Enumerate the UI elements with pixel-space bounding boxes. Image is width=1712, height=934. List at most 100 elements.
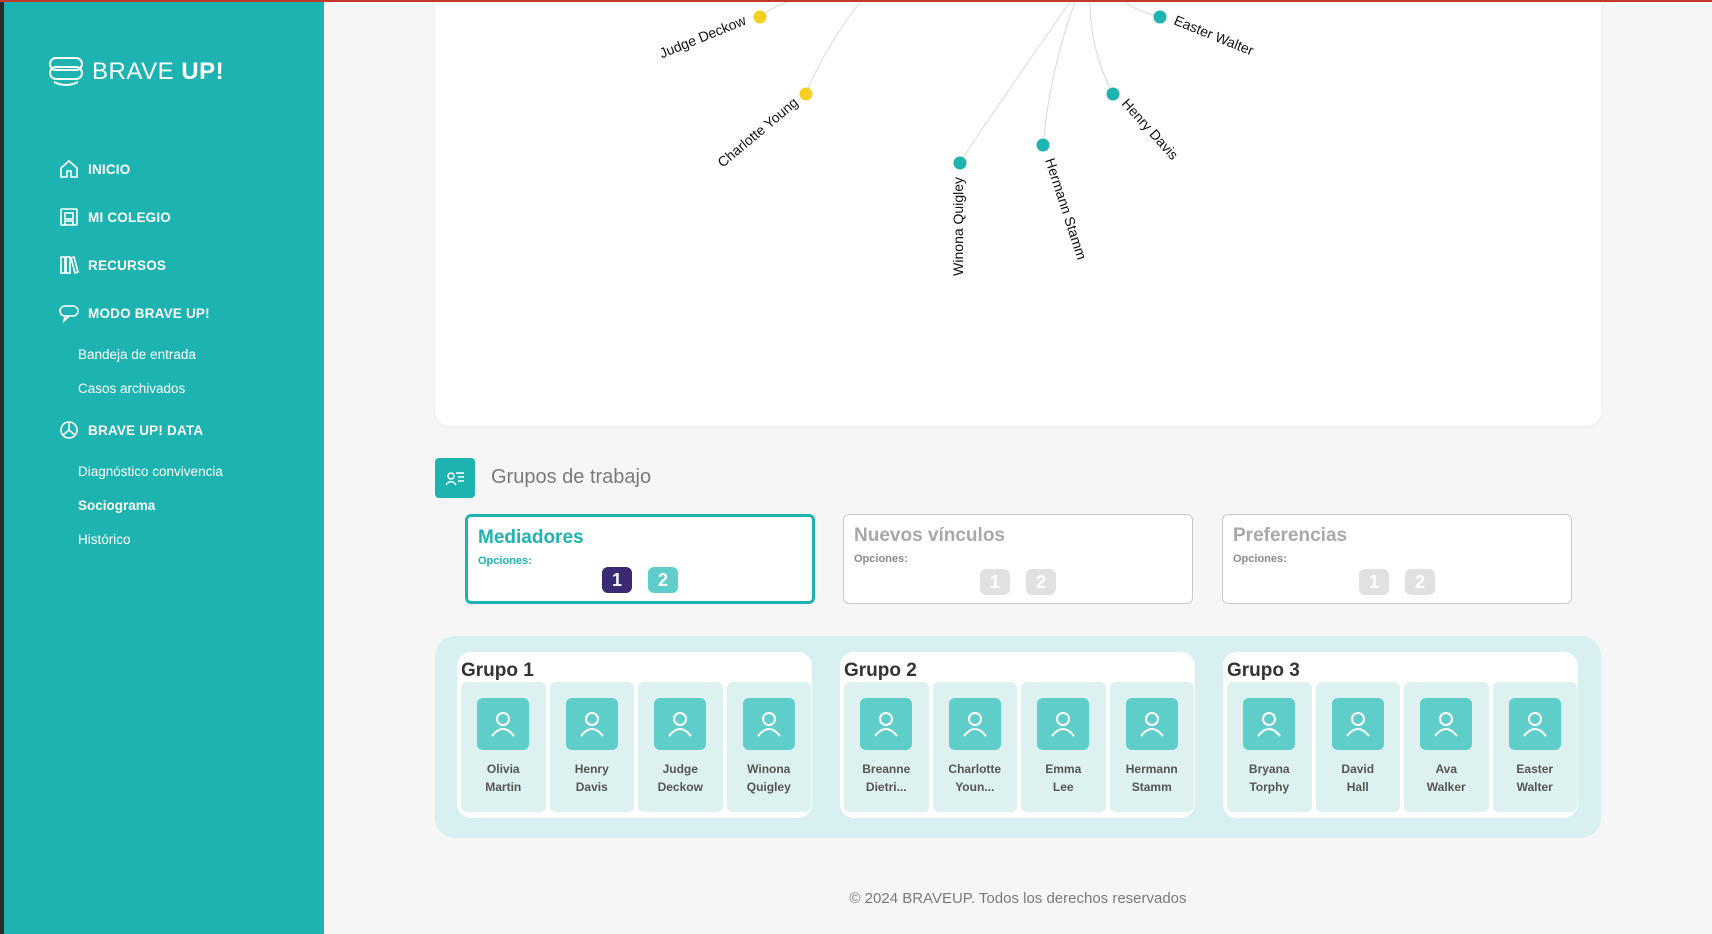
sidebar-subitem-sociograma[interactable]: Sociograma: [78, 498, 155, 513]
member-name: Winona Quigley: [746, 762, 791, 794]
option-1-button[interactable]: 1: [602, 567, 632, 593]
sociogram-graph: Judge Deckow Easter Walter Charlotte You…: [657, 1, 1256, 276]
sidebar-item-label: MI COLEGIO: [88, 209, 171, 225]
sidebar-subitem-diagnostico[interactable]: Diagnóstico convivencia: [78, 464, 223, 479]
node-judge-deckow[interactable]: [753, 10, 767, 24]
member-card[interactable]: Olivia Martin: [461, 682, 546, 812]
user-avatar-icon: [1125, 698, 1178, 750]
group-title: Grupo 1: [461, 660, 534, 681]
sidebar-item-modo-brave-up[interactable]: MODO BRAVE UP!: [58, 302, 210, 324]
group-title: Grupo 2: [844, 660, 917, 681]
brand-logo[interactable]: BRAVE UP!: [48, 56, 224, 88]
member-card[interactable]: Bryana Torphy: [1227, 682, 1312, 812]
member-name: Olivia Martin: [485, 762, 522, 794]
node-winona-quigley[interactable]: [953, 156, 967, 170]
option-card-mediadores[interactable]: Mediadores Opciones: 1 2: [465, 514, 815, 604]
brave-up-logo-icon: [49, 57, 83, 86]
sidebar-item-brave-up-data[interactable]: BRAVE UP! DATA: [58, 419, 203, 441]
option-2-button[interactable]: 2: [1026, 569, 1056, 595]
member-name: Bryana Torphy: [1248, 762, 1290, 794]
user-avatar-icon: [565, 698, 618, 750]
school-icon: [60, 208, 78, 226]
option-2-button[interactable]: 2: [1405, 569, 1435, 595]
node-hermann-stamm[interactable]: [1036, 138, 1050, 152]
main-content: Judge Deckow Easter Walter Charlotte You…: [324, 0, 1712, 934]
sidebar: BRAVE UP! INICIO MI COLEGIO RECURSOS MOD…: [4, 0, 324, 934]
option-title: Preferencias: [1233, 525, 1348, 546]
sociogram-card: Judge Deckow Easter Walter Charlotte You…: [435, 0, 1601, 426]
sidebar-item-label: BRAVE UP! DATA: [88, 422, 204, 438]
node-label: Henry Davis: [1119, 95, 1182, 162]
member-name: Easter Walter: [1516, 762, 1554, 794]
member-card[interactable]: Winona Quigley: [726, 682, 811, 812]
groups-section-icon: [435, 458, 475, 498]
option-subtitle: Opciones:: [478, 555, 532, 567]
group-card: Grupo 1 Olivia Martin Henry Davis Judge Dec…: [457, 652, 812, 818]
node-label: Winona Quigley: [950, 177, 966, 276]
sidebar-item-inicio[interactable]: INICIO: [58, 158, 130, 180]
sidebar-item-label: RECURSOS: [88, 257, 167, 273]
sidebar-subitem-historico[interactable]: Histórico: [78, 532, 131, 547]
user-avatar-icon: [1420, 698, 1473, 750]
member-card[interactable]: David Hall: [1315, 682, 1400, 812]
user-avatar-icon: [1331, 698, 1384, 750]
user-avatar-icon: [1037, 698, 1090, 750]
option-title: Mediadores: [478, 527, 584, 548]
window-left-edge: [0, 0, 4, 934]
groups-container: Grupo 1 Olivia Martin Henry Davis Judge Dec…: [435, 636, 1601, 838]
user-avatar-icon: [1508, 698, 1561, 750]
member-name: Ava Walker: [1426, 762, 1466, 794]
member-name: Judge Deckow: [657, 762, 703, 794]
link: [1089, 1, 1114, 95]
option-2-button[interactable]: 2: [648, 567, 678, 593]
user-avatar-icon: [1243, 698, 1296, 750]
option-1-button[interactable]: 1: [1359, 569, 1389, 595]
member-card[interactable]: Ava Walker: [1404, 682, 1489, 812]
sidebar-subitem-bandeja[interactable]: Bandeja de entrada: [78, 347, 196, 362]
user-avatar-icon: [860, 698, 913, 750]
group-card: Grupo 2 Breanne Dietri... Charlotte Youn..…: [840, 652, 1195, 818]
member-card[interactable]: Hermann Stamm: [1109, 682, 1194, 812]
member-name: David Hall: [1341, 762, 1375, 794]
member-name: Hermann Stamm: [1125, 762, 1178, 794]
member-card[interactable]: Breanne Dietri...: [844, 682, 929, 812]
member-name: Charlotte Youn...: [948, 762, 1002, 794]
chat-icon: [59, 305, 79, 324]
sidebar-subitem-casos-archivados[interactable]: Casos archivados: [78, 381, 185, 396]
sidebar-item-mi-colegio[interactable]: MI COLEGIO: [58, 206, 171, 228]
user-avatar-icon: [477, 698, 530, 750]
link: [804, 1, 861, 95]
user-avatar-icon: [742, 698, 795, 750]
home-icon: [60, 159, 78, 178]
link: [959, 1, 1071, 163]
pie-chart-icon: [60, 421, 78, 439]
node-easter-walter[interactable]: [1153, 10, 1167, 24]
sidebar-item-recursos[interactable]: RECURSOS: [58, 254, 166, 276]
node-charlotte-young[interactable]: [799, 87, 813, 101]
sociogram-links: [759, 1, 1161, 163]
link: [1042, 1, 1076, 146]
member-card[interactable]: Easter Walter: [1492, 682, 1577, 812]
footer-copyright: © 2024 BRAVEUP. Todos los derechos reser…: [849, 890, 1187, 907]
option-card-nuevos-vinculos[interactable]: Nuevos vínculos Opciones: 1 2: [843, 514, 1193, 604]
option-subtitle: Opciones:: [854, 553, 908, 565]
node-label: Easter Walter: [1172, 12, 1256, 59]
member-name: Henry Davis: [574, 762, 609, 794]
member-card[interactable]: Judge Deckow: [638, 682, 723, 812]
node-label: Hermann Stamm: [1042, 156, 1090, 262]
user-avatar-icon: [948, 698, 1001, 750]
group-list-icon: [445, 472, 464, 486]
node-henry-davis[interactable]: [1106, 87, 1120, 101]
option-card-preferencias[interactable]: Preferencias Opciones: 1 2: [1222, 514, 1572, 604]
member-name: Breanne Dietri...: [862, 762, 911, 794]
option-1-button[interactable]: 1: [980, 569, 1010, 595]
window-top-border: [0, 0, 1712, 2]
books-icon: [60, 255, 79, 275]
member-card[interactable]: Charlotte Youn...: [932, 682, 1017, 812]
sidebar-item-label: MODO BRAVE UP!: [88, 305, 210, 321]
group-title: Grupo 3: [1227, 660, 1300, 681]
member-name: Emma Lee: [1045, 762, 1082, 794]
member-card[interactable]: Emma Lee: [1021, 682, 1106, 812]
member-card[interactable]: Henry Davis: [549, 682, 634, 812]
node-label: Judge Deckow: [657, 12, 749, 62]
